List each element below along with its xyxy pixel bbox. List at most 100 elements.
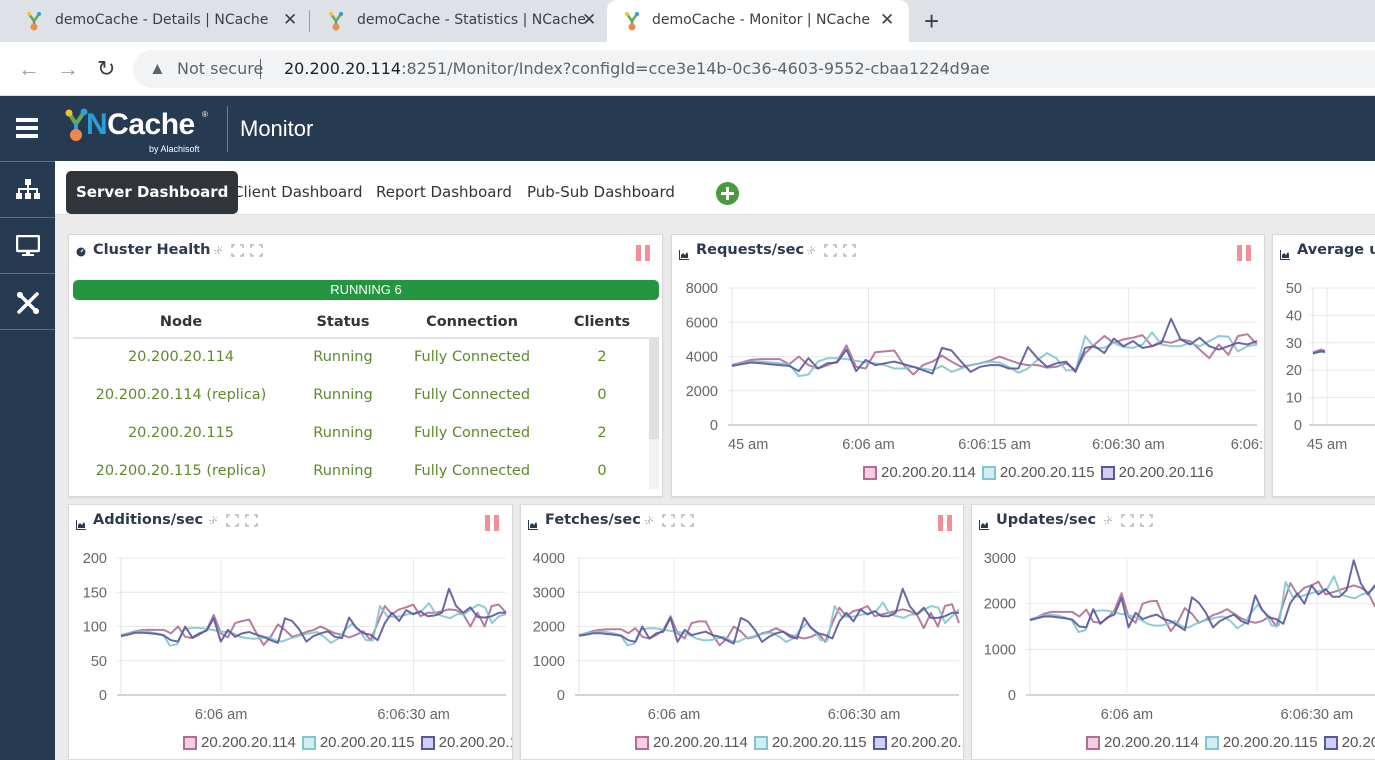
tab-report-dashboard[interactable]: Report Dashboard xyxy=(366,171,522,214)
legend-label[interactable]: 20.200.20.114 xyxy=(653,734,748,751)
expand-icon[interactable] xyxy=(231,244,244,257)
legend-label[interactable]: 20.200.20.116 xyxy=(1119,464,1214,481)
y-tick-label: 0 xyxy=(710,418,718,434)
x-tick-label: 6:06 am xyxy=(842,437,894,453)
legend-swatch[interactable] xyxy=(981,465,996,480)
legend-swatch[interactable] xyxy=(183,735,197,750)
y-tick-label: 2000 xyxy=(984,597,1016,613)
reload-button[interactable]: ↻ xyxy=(97,56,115,82)
legend-label[interactable]: 20.200.20.114 xyxy=(881,464,976,481)
header-divider xyxy=(227,106,228,152)
connection-cell: Fully Connected xyxy=(413,387,531,403)
sidebar-item-tools[interactable] xyxy=(0,273,55,329)
browser-tab-details[interactable]: demoCache - Details | NCache ✕ xyxy=(0,0,305,42)
additions-chart-panel: Additions/sec 0 50 100 150 200 6:06 am 6:06:30 … xyxy=(68,504,513,760)
legend-swatch[interactable] xyxy=(301,735,316,750)
additions-chart-svg: 0 50 100 150 200 6:06 am 6:06:30 am xyxy=(83,551,507,723)
table-scrollbar-thumb[interactable] xyxy=(649,339,659,439)
series-line-20-200-20-116 xyxy=(578,587,959,645)
y-tick-label: 100 xyxy=(83,620,107,636)
node-cell: 20.200.20.115 xyxy=(127,425,235,441)
legend-swatch[interactable] xyxy=(872,735,887,750)
close-tab-icon[interactable]: ✕ xyxy=(880,10,894,30)
requests-chart-panel: Requests/sec 0 2000 4000 6000 8000 45 am 6:06 a… xyxy=(671,234,1265,497)
chart-legend: 20.200.20.114 20.200.20.115 20.200.20.116 xyxy=(177,734,512,751)
url-text[interactable]: 20.200.20.114:8251/Monitor/Index?configI… xyxy=(284,59,990,78)
sidebar-item-cluster[interactable] xyxy=(0,161,55,217)
legend-label[interactable]: 20.200.20.115 xyxy=(320,734,415,751)
dashboard-tabs: Server Dashboard Client Dashboard Report… xyxy=(55,161,1375,215)
column-header-clients[interactable]: Clients xyxy=(547,314,657,330)
legend-swatch[interactable] xyxy=(635,735,649,750)
ncache-logo[interactable]: NCache ® by Alachisoft xyxy=(64,102,214,158)
pause-button[interactable] xyxy=(636,245,650,261)
legend-swatch[interactable] xyxy=(1086,735,1100,750)
y-tick-label: 1000 xyxy=(984,642,1016,658)
new-tab-button[interactable]: + xyxy=(924,6,939,37)
tab-server-dashboard[interactable]: Server Dashboard xyxy=(66,171,239,214)
tab-client-dashboard[interactable]: Client Dashboard xyxy=(223,171,373,214)
legend-swatch[interactable] xyxy=(863,465,877,480)
tab-title: demoCache - Details | NCache xyxy=(55,12,269,28)
column-header-node[interactable]: Node xyxy=(73,314,289,330)
legend-label[interactable]: 20.200.20.115 xyxy=(772,734,867,751)
sidebar-item-clients[interactable] xyxy=(0,217,55,273)
legend-swatch[interactable] xyxy=(1100,465,1115,480)
table-row: 20.200.20.115 (replica) Running Fully Co… xyxy=(73,453,659,491)
add-dashboard-button[interactable] xyxy=(716,182,739,205)
unlink-icon[interactable] xyxy=(212,244,225,257)
column-header-connection[interactable]: Connection xyxy=(397,314,547,330)
page-title: Monitor xyxy=(240,116,314,141)
y-tick-label: 3000 xyxy=(984,551,1016,567)
tab-pubsub-dashboard[interactable]: Pub-Sub Dashboard xyxy=(517,171,685,214)
browser-tab-statistics[interactable]: demoCache - Statistics | NCache ✕ xyxy=(302,0,607,42)
table-row: 20.200.20.114 (replica) Running Fully Co… xyxy=(73,377,659,415)
cluster-nodes-table: Node Status Connection Clients 20.200.20… xyxy=(73,307,659,491)
legend-swatch[interactable] xyxy=(420,735,435,750)
x-tick-label: 6:06:30 am xyxy=(1092,437,1165,453)
legend-label[interactable]: 20.200.20.116 xyxy=(439,734,512,751)
forward-button[interactable]: → xyxy=(57,56,79,82)
status-cell: Running xyxy=(313,349,373,365)
y-tick-label: 50 xyxy=(91,654,107,670)
url-input[interactable]: ▲ Not secure 20.200.20.114:8251/Monitor/… xyxy=(133,50,1375,88)
brand-byline: by Alachisoft xyxy=(149,144,200,154)
y-tick-label: 4000 xyxy=(686,350,718,366)
legend-swatch[interactable] xyxy=(1204,735,1219,750)
y-tick-label: 1000 xyxy=(533,654,565,670)
omnibox-divider xyxy=(260,59,261,79)
legend-label[interactable]: 20.200.20.116 xyxy=(891,734,963,751)
x-tick-label: 6:06:30 am xyxy=(377,707,450,723)
x-tick-label: 6:06 am xyxy=(1101,707,1153,723)
close-tab-icon[interactable]: ✕ xyxy=(283,10,297,30)
status-cell: Running xyxy=(313,463,373,479)
monitor-icon xyxy=(16,235,40,256)
column-header-status[interactable]: Status xyxy=(289,314,397,330)
warning-icon[interactable]: ▲ xyxy=(149,59,166,79)
ncache-favicon-icon xyxy=(329,12,343,31)
legend-label[interactable]: 20.200.20.115 xyxy=(1000,464,1095,481)
legend-label[interactable]: 20.200.20.115 xyxy=(1223,734,1318,751)
table-row: 20.200.20.115 Running Fully Connected 2 xyxy=(73,415,659,453)
legend-swatch[interactable] xyxy=(1323,735,1338,750)
panel-tools xyxy=(212,244,263,257)
status-cell: Running xyxy=(313,425,373,441)
tools-icon xyxy=(17,292,39,314)
legend-label[interactable]: 20.200.20.116 xyxy=(1342,734,1375,751)
legend-label[interactable]: 20.200.20.114 xyxy=(201,734,296,751)
node-cell: 20.200.20.114 (replica) xyxy=(95,387,267,403)
chart-legend: 20.200.20.114 20.200.20.115 20.200.20.116 xyxy=(629,734,963,751)
brand-name: NCache xyxy=(86,108,195,141)
browser-tab-monitor[interactable]: demoCache - Monitor | NCache ✕ xyxy=(607,0,909,42)
legend-swatch[interactable] xyxy=(753,735,768,750)
close-tab-icon[interactable]: ✕ xyxy=(582,10,596,30)
hamburger-menu-icon[interactable] xyxy=(16,118,38,138)
app-header: NCache ® by Alachisoft Monitor xyxy=(0,96,1375,161)
legend-label[interactable]: 20.200.20.114 xyxy=(1104,734,1199,751)
back-button[interactable]: ← xyxy=(18,56,40,82)
y-tick-label: 0 xyxy=(1008,688,1016,704)
address-bar-row: ← → ↻ ▲ Not secure 20.200.20.114:8251/Mo… xyxy=(0,42,1375,96)
chart-legend: 20.200.20.114 20.200.20.115 20.200.20.116 xyxy=(1080,734,1375,751)
security-label[interactable]: Not secure xyxy=(177,59,263,78)
fullscreen-icon[interactable] xyxy=(250,244,263,257)
